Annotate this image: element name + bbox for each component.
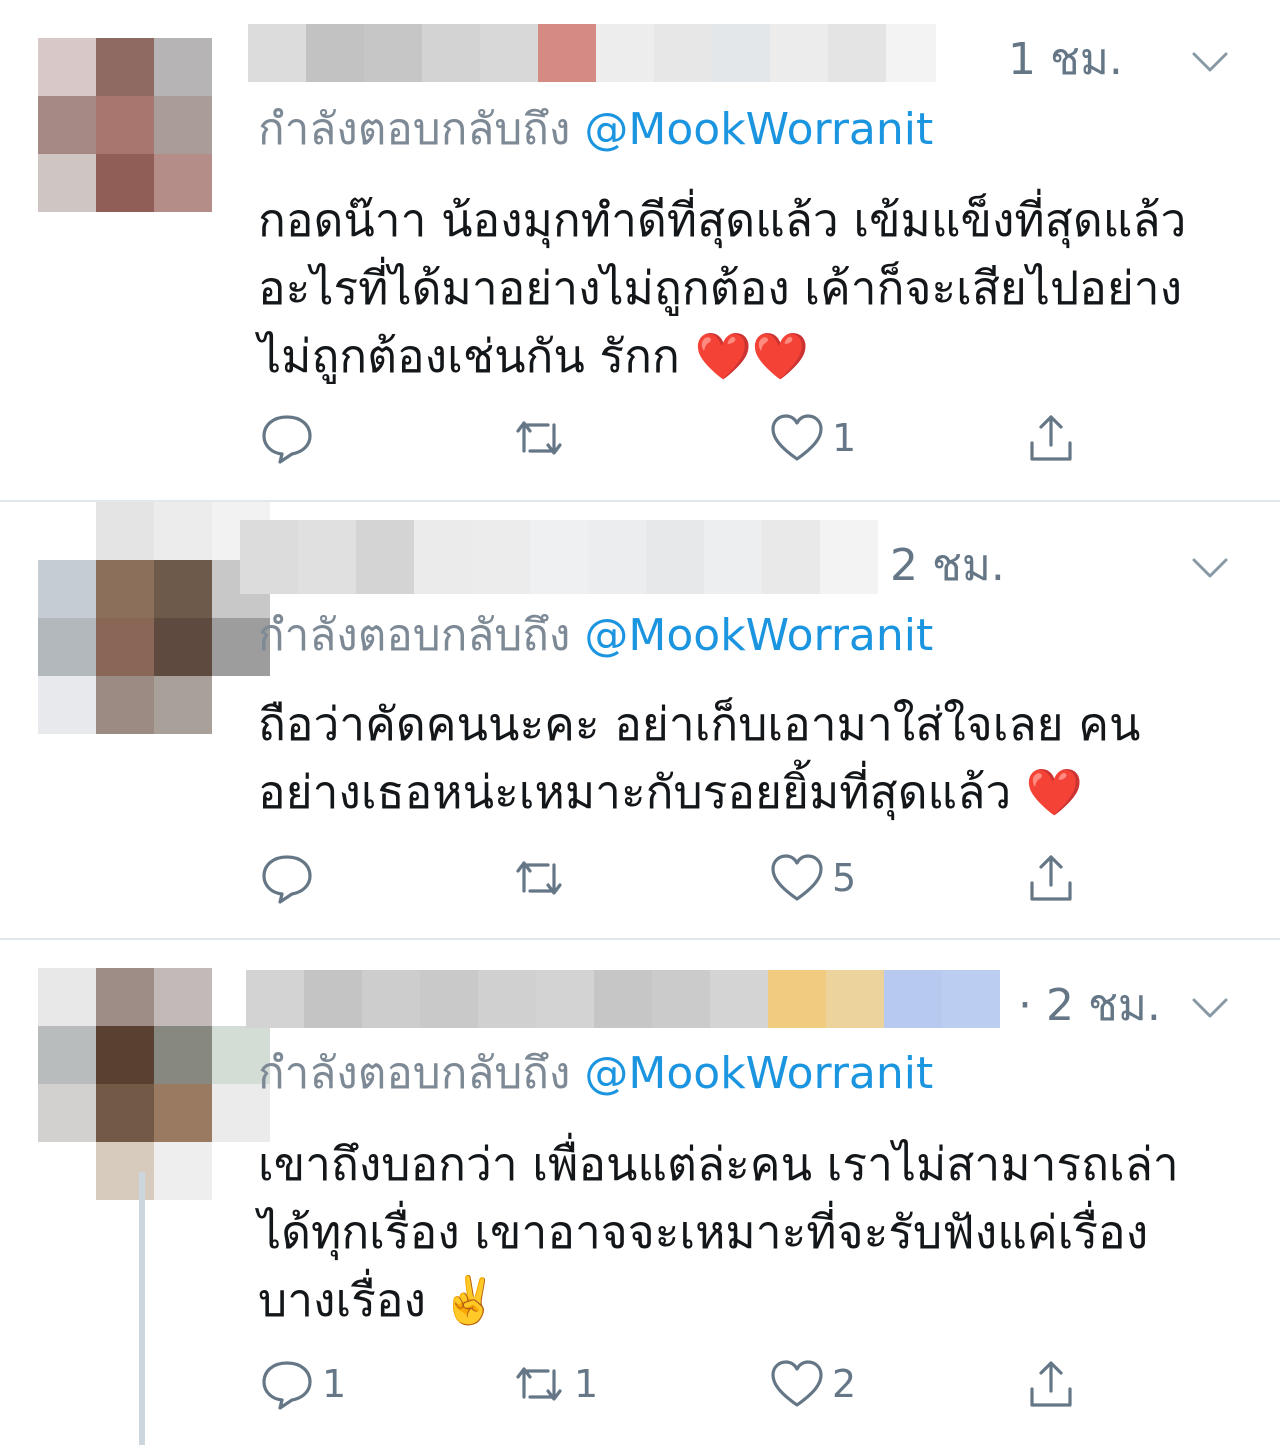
share-button[interactable]: [1022, 1354, 1080, 1414]
avatar[interactable]: [38, 968, 270, 1200]
tweet-1[interactable]: 1 ชม. กำลังตอบกลับถึง @MookWorranit กอดน…: [0, 0, 1280, 500]
share-button[interactable]: [1022, 848, 1080, 908]
like-button[interactable]: 5: [768, 848, 856, 908]
tweet-text-line: บางเรื่อง ✌️: [258, 1273, 498, 1327]
retweet-button[interactable]: [510, 848, 574, 908]
mention-link[interactable]: @MookWorranit: [584, 1048, 933, 1099]
share-button[interactable]: [1022, 408, 1080, 468]
retweet-icon: [516, 1367, 562, 1401]
replying-to-label: กำลังตอบกลับถึง: [258, 610, 571, 661]
chevron-down-icon[interactable]: [1188, 40, 1232, 84]
reply-button[interactable]: [258, 408, 322, 468]
tweet-text: เขาถึงบอกว่า เพื่อนแต่ล่ะคน เราไม่สามารถ…: [258, 1130, 1248, 1334]
tweet-text-line: อย่างเธอหน่ะเหมาะกับรอยยิ้มที่สุดแล้ว ❤️: [258, 765, 1084, 819]
tweet-text: ถือว่าคัดคนนะคะ อย่าเก็บเอามาใส่ใจเลย คน…: [258, 690, 1248, 826]
retweet-button[interactable]: 1: [510, 1354, 598, 1414]
heart-icon: [771, 1360, 823, 1407]
reply-icon: [262, 415, 312, 464]
like-button[interactable]: 1: [768, 408, 856, 468]
username-blurred[interactable]: [248, 24, 936, 82]
mention-link[interactable]: @MookWorranit: [584, 104, 933, 155]
tweet-text-line: ถือว่าคัดคนนะคะ อย่าเก็บเอามาใส่ใจเลย คน: [258, 697, 1141, 751]
share-icon: [1030, 855, 1072, 901]
mention-link[interactable]: @MookWorranit: [584, 610, 933, 661]
timestamp[interactable]: · 2 ชม.: [1018, 984, 1161, 1028]
like-count: 1: [832, 416, 857, 460]
reply-count: 1: [322, 1362, 347, 1406]
replying-to-label: กำลังตอบกลับถึง: [258, 1048, 571, 1099]
like-count: 5: [832, 856, 857, 900]
tweet-actions: 5: [258, 848, 1098, 908]
tweet-actions: 1: [258, 408, 1098, 468]
retweet-button[interactable]: [510, 408, 574, 468]
reply-button[interactable]: 1: [258, 1354, 346, 1414]
like-button[interactable]: 2: [768, 1354, 856, 1414]
tweet-text-line: ไม่ถูกต้องเช่นกัน รักก ❤️❤️: [258, 329, 810, 383]
tweet-text-line: กอดน๊าา น้องมุกทำดีที่สุดแล้ว เข้มแข็งที…: [258, 193, 1187, 247]
retweet-count: 1: [574, 1362, 599, 1406]
replying-to-label: กำลังตอบกลับถึง: [258, 104, 571, 155]
timestamp[interactable]: 2 ชม.: [890, 544, 1005, 588]
avatar[interactable]: [38, 502, 270, 734]
share-icon: [1030, 1361, 1072, 1407]
tweet-text: กอดน๊าา น้องมุกทำดีที่สุดแล้ว เข้มแข็งที…: [258, 186, 1248, 390]
tweet-text-line: ได้ทุกเรื่อง เขาอาจจะเหมาะที่จะรับฟังแค่…: [258, 1205, 1149, 1259]
username-blurred[interactable]: [246, 970, 1000, 1028]
tweet-text-line: เขาถึงบอกว่า เพื่อนแต่ล่ะคน เราไม่สามารถ…: [258, 1137, 1179, 1191]
username-blurred[interactable]: [240, 520, 878, 594]
tweet-2[interactable]: 2 ชม. กำลังตอบกลับถึง @MookWorranit ถือว…: [0, 502, 1280, 938]
replying-to: กำลังตอบกลับถึง @MookWorranit: [258, 614, 933, 658]
tweet-actions: 1 1 2: [258, 1354, 1098, 1414]
reply-icon: [262, 855, 312, 904]
reply-button[interactable]: [258, 848, 322, 908]
like-count: 2: [832, 1362, 857, 1406]
retweet-icon: [516, 421, 562, 455]
chevron-down-icon[interactable]: [1188, 986, 1232, 1030]
heart-icon: [771, 854, 823, 901]
tweet-text-line: อะไรที่ได้มาอย่างไม่ถูกต้อง เค้าก็จะเสีย…: [258, 261, 1183, 315]
replying-to: กำลังตอบกลับถึง @MookWorranit: [258, 1052, 933, 1096]
replying-to: กำลังตอบกลับถึง @MookWorranit: [258, 108, 933, 152]
heart-icon: [771, 414, 823, 461]
avatar[interactable]: [38, 38, 212, 212]
reply-icon: [262, 1361, 312, 1410]
timestamp[interactable]: 1 ชม.: [1008, 38, 1123, 82]
tweet-3[interactable]: · 2 ชม. กำลังตอบกลับถึง @MookWorranit เข…: [0, 940, 1280, 1445]
chevron-down-icon[interactable]: [1188, 546, 1232, 590]
thread-line: [139, 1172, 145, 1445]
retweet-icon: [516, 861, 562, 895]
share-icon: [1030, 415, 1072, 461]
